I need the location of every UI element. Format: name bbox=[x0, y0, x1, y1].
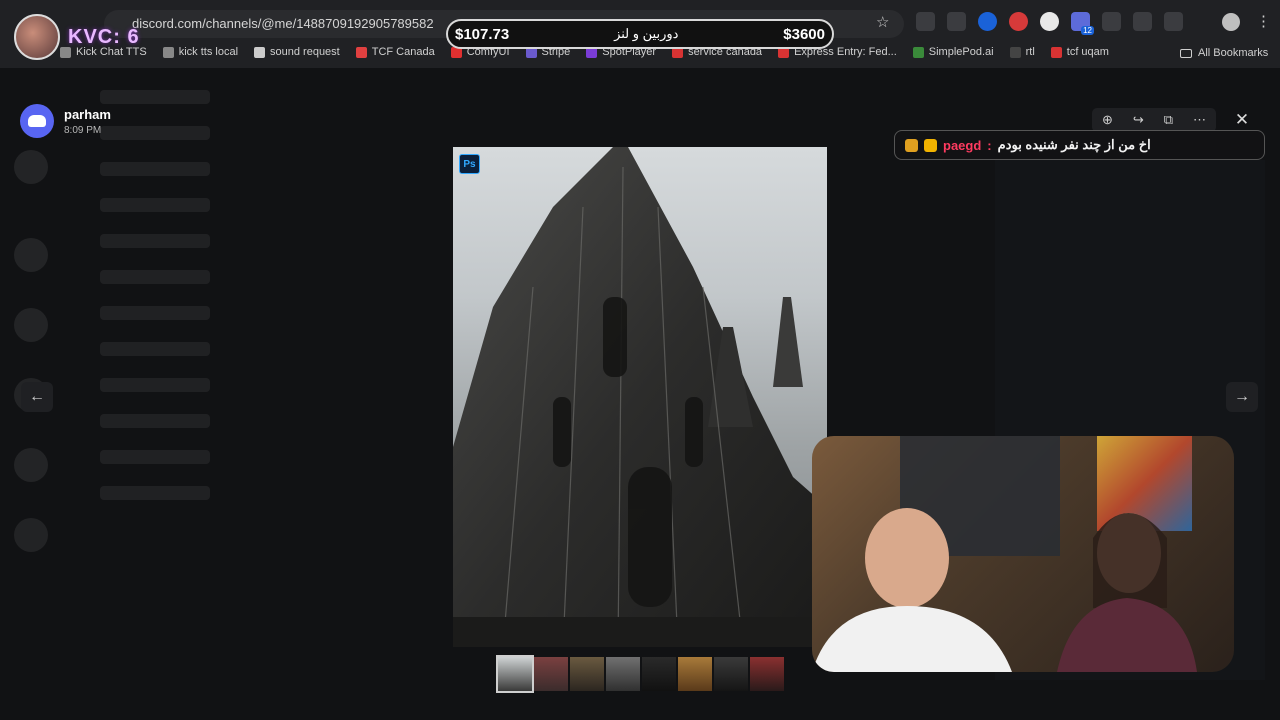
discord-avatar-icon bbox=[20, 104, 54, 138]
previous-image-button[interactable]: ← bbox=[21, 382, 53, 412]
goal-target: $3600 bbox=[783, 25, 825, 43]
goal-current: $107.73 bbox=[455, 25, 510, 43]
server-icon bbox=[14, 518, 48, 552]
viewer-author: parham 8:09 PM bbox=[20, 104, 111, 138]
thumbnail-1[interactable] bbox=[496, 655, 534, 693]
server-icon bbox=[14, 238, 48, 272]
bookmark-favicon-icon bbox=[912, 46, 924, 58]
bookmark-label: rtl bbox=[1025, 46, 1035, 58]
message-timestamp: 8:09 PM bbox=[64, 124, 102, 136]
shield-extension-icon[interactable] bbox=[978, 12, 997, 31]
badge-icon bbox=[924, 138, 937, 152]
puzzle-extensions-icon[interactable] bbox=[1102, 12, 1121, 31]
grid-extension-icon[interactable]: 12 bbox=[1071, 12, 1094, 35]
qr-extension-icon[interactable] bbox=[916, 12, 935, 31]
stream-counter: KVC: 6 bbox=[14, 14, 164, 60]
stream-chat-message: اخ من از چند نفر شنیده بودم : paegd bbox=[894, 130, 1265, 160]
browser-menu-icon[interactable]: ⋮ bbox=[1256, 12, 1271, 30]
thumbnail-5[interactable] bbox=[642, 657, 676, 691]
thumbnail-7[interactable] bbox=[714, 657, 748, 691]
chat-message-text: اخ من از چند نفر شنیده بودم bbox=[997, 137, 1151, 152]
thumbnail-2[interactable] bbox=[534, 657, 568, 691]
bookmark-item[interactable]: kick tts local bbox=[162, 46, 239, 58]
thumbnail-3[interactable] bbox=[570, 657, 604, 691]
chat-separator: : bbox=[987, 137, 992, 153]
thumbnail-strip bbox=[496, 655, 784, 693]
extension-badge: 12 bbox=[1081, 26, 1094, 35]
streamer-person bbox=[812, 508, 1012, 672]
bookmark-favicon-icon bbox=[1050, 46, 1062, 58]
goal-title: دوربین و لنز bbox=[614, 26, 679, 41]
profile-avatar[interactable] bbox=[1222, 13, 1240, 31]
address-bar-url[interactable]: discord.com/channels/@me/148870919290578… bbox=[132, 16, 434, 31]
thumbnail-4[interactable] bbox=[606, 657, 640, 691]
streamer-avatar bbox=[14, 14, 60, 60]
play-extension-icon[interactable] bbox=[1040, 12, 1059, 31]
tab-search-icon[interactable] bbox=[1133, 12, 1152, 31]
forward-icon[interactable]: ↪ bbox=[1133, 112, 1144, 128]
bookmark-item[interactable]: rtl bbox=[1009, 46, 1035, 58]
server-icon bbox=[14, 308, 48, 342]
all-bookmarks-label: All Bookmarks bbox=[1198, 47, 1269, 59]
bookmark-label: SimplePod.ai bbox=[928, 46, 994, 58]
bookmark-item[interactable]: sound request bbox=[254, 46, 340, 58]
bookmark-favicon-icon bbox=[162, 46, 174, 58]
close-viewer-button[interactable]: ✕ bbox=[1230, 108, 1254, 132]
bookmark-favicon-icon bbox=[254, 46, 266, 58]
donation-goal-pill: $107.73 دوربین و لنز $3600 bbox=[446, 19, 834, 49]
cathedral-illustration bbox=[453, 147, 827, 647]
viewer-toolbar: ⊕ ↪ ⧉ ⋯ bbox=[1092, 108, 1216, 132]
extensions-toolbar: 12 bbox=[916, 12, 1183, 35]
next-image-button[interactable]: → bbox=[1226, 382, 1258, 412]
bookmark-item[interactable]: tcf uqam bbox=[1050, 46, 1109, 58]
bookmark-favicon-icon bbox=[355, 46, 367, 58]
bookmark-label: TCF Canada bbox=[371, 46, 435, 58]
bookmark-item[interactable]: SimplePod.ai bbox=[912, 46, 994, 58]
zoom-in-icon[interactable]: ⊕ bbox=[1102, 112, 1113, 128]
more-icon[interactable]: ⋯ bbox=[1193, 112, 1206, 128]
server-icon bbox=[14, 448, 48, 482]
mic-icon[interactable] bbox=[947, 12, 966, 31]
webcam-feed bbox=[812, 436, 1234, 672]
red-extension-icon[interactable] bbox=[1009, 12, 1028, 31]
bookmark-label: sound request bbox=[270, 46, 340, 58]
server-icon bbox=[14, 150, 48, 184]
thumbnail-6[interactable] bbox=[678, 657, 712, 691]
folder-icon bbox=[1180, 48, 1192, 58]
counter-text: KVC: 6 bbox=[68, 25, 140, 48]
open-external-icon[interactable]: ⧉ bbox=[1164, 112, 1173, 128]
author-name: parham bbox=[64, 106, 111, 122]
thumbnail-8[interactable] bbox=[750, 657, 784, 691]
cathedral-photo[interactable]: Ps bbox=[453, 147, 827, 647]
bookmark-label: tcf uqam bbox=[1066, 46, 1109, 58]
bookmark-item[interactable]: TCF Canada bbox=[355, 46, 435, 58]
chat-username: paegd bbox=[943, 137, 982, 153]
cohost-person bbox=[1057, 513, 1197, 672]
media-controls-icon[interactable] bbox=[1164, 12, 1183, 31]
all-bookmarks-button[interactable]: All Bookmarks bbox=[1180, 47, 1268, 59]
emote-icon bbox=[905, 138, 918, 152]
bookmark-star-icon[interactable]: ☆ bbox=[876, 13, 889, 31]
bookmark-favicon-icon bbox=[1009, 46, 1021, 58]
bookmark-label: kick tts local bbox=[178, 46, 239, 58]
photoshop-badge: Ps bbox=[459, 154, 480, 174]
